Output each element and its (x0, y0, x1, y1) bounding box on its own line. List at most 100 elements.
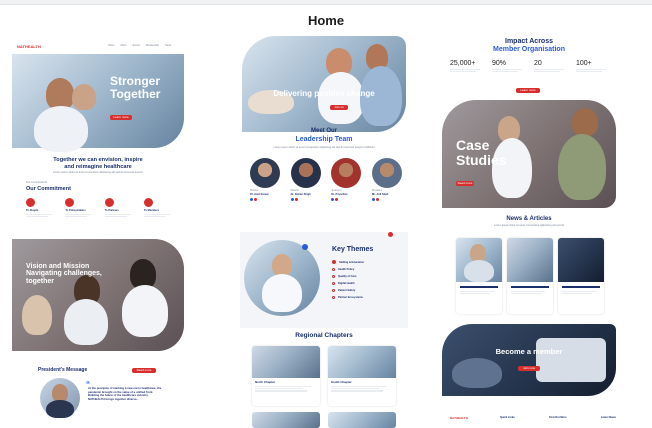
commitment-label: To Members (143, 209, 160, 212)
linkedin-icon[interactable] (371, 197, 375, 201)
theme-item[interactable]: Partner Ecosystems (332, 296, 402, 299)
commitment-label: To Policymakers (65, 209, 86, 212)
page-title: Home (307, 13, 345, 28)
leader-card[interactable]: President Mr. Anil Shah (371, 158, 402, 201)
social-icons (250, 197, 280, 201)
theme-bullet-icon (332, 296, 335, 299)
tagline-line2: and reimagine healthcare (64, 164, 132, 170)
tagline-subtext: Lorem ipsum dolor sit amet consectetur a… (53, 171, 143, 174)
social-icons (331, 197, 361, 201)
browser-top-bar (0, 0, 652, 5)
theme-item[interactable]: Digital Health (332, 282, 402, 285)
homepage-column-1: NATHEALTH Home About Events Membership N… (12, 36, 184, 428)
linkedin-icon[interactable] (250, 197, 253, 201)
leader-card[interactable]: Director Dr. Amit Kumar (250, 158, 280, 201)
nav-item[interactable]: About (120, 44, 126, 48)
stats-row: 25,000+ 90% 20 100+ (450, 60, 612, 73)
leader-name: Dr. Rohan Singh (290, 192, 311, 196)
theme-bullet-icon (332, 282, 335, 285)
theme-item[interactable]: Quality of Care (332, 275, 402, 278)
chapter-image (328, 346, 396, 378)
linkedin-icon[interactable] (331, 197, 335, 201)
news-title: News & Articles (506, 216, 552, 222)
leader-photo (290, 158, 321, 188)
leader-card[interactable]: Director Dr. Rohan Singh (290, 158, 321, 201)
accent-dot (302, 244, 308, 250)
commitment-item[interactable]: To People (26, 198, 58, 218)
chapter-image (328, 412, 396, 428)
stat-value: 100+ (576, 60, 592, 67)
theme-item[interactable]: Patient Safety (332, 289, 402, 292)
leader-card[interactable]: Treasurer Dr. Priya Rao (331, 158, 362, 201)
theme-item[interactable]: Health Policy (332, 268, 402, 271)
theme-label: Quality of Care (338, 275, 357, 278)
mail-icon[interactable] (254, 197, 257, 201)
news-card[interactable] (558, 238, 604, 314)
homepage-column-2: Delivering positive change Join us Meet … (240, 36, 408, 428)
chapter-card[interactable]: North Chapter (252, 346, 320, 406)
chapter-image (252, 346, 320, 378)
commitment-title: Our Commitment (26, 186, 71, 192)
theme-item[interactable]: Skilling & Education (332, 260, 402, 264)
nav-item[interactable]: Membership (146, 44, 159, 48)
hero-title: Stronger Together (110, 74, 161, 101)
nav-item[interactable]: News (165, 44, 171, 48)
president-read-more-button[interactable]: Read more (132, 368, 156, 373)
news-subtext: Lorem ipsum dolor sit amet consectetur a… (493, 224, 565, 227)
mail-icon[interactable] (294, 197, 298, 201)
hero-cta-button[interactable]: Learn more (110, 115, 132, 120)
commitment-item[interactable]: To Policymakers (65, 198, 97, 218)
stat-item: 25,000+ (450, 60, 486, 73)
commitment-icon (65, 198, 75, 207)
theme-bullet-icon (332, 268, 335, 271)
mail-icon[interactable] (335, 197, 339, 201)
chapter-image (252, 412, 320, 428)
hero-image (242, 36, 406, 132)
theme-label: Health Policy (338, 268, 355, 271)
chapter-card[interactable]: South Chapter (328, 346, 396, 406)
leadership-kicker: Meet Our (310, 128, 337, 134)
commitment-item[interactable]: To Members (143, 198, 176, 218)
impact-title-line1: Impact Across (505, 38, 553, 45)
case-studies-cta-button[interactable]: Read more (456, 181, 474, 186)
logo[interactable]: NATHEALTH (17, 44, 41, 49)
patient-figure (72, 84, 96, 110)
president-title: President's Message (38, 367, 88, 373)
linkedin-icon[interactable] (290, 197, 294, 201)
doctor-coat (34, 106, 88, 152)
commitment-label: To People (26, 209, 39, 212)
case-studies-title: Case Studies (456, 137, 507, 168)
theme-label: Skilling & Education (339, 260, 365, 264)
chapter-name: South Chapter (331, 380, 352, 384)
key-themes-image (244, 240, 320, 316)
footer-heading: Quick Links (500, 416, 515, 419)
president-quote: At the precipice of marking a new era in… (88, 386, 162, 401)
chapter-name: North Chapter (255, 380, 276, 384)
footer-logo[interactable]: NATHEALTH (450, 416, 468, 420)
footer-heading: Latest News (600, 416, 616, 419)
mail-icon[interactable] (375, 197, 379, 201)
member-title: Become a member (495, 347, 563, 356)
leader-name: Dr. Amit Kumar (250, 192, 269, 196)
news-image (558, 238, 604, 282)
commitment-list: To People To Policymakers To Partners To… (26, 198, 176, 218)
impact-title-line2: Member Organisation (493, 46, 565, 53)
hero-cta-button[interactable]: Join us (330, 105, 348, 110)
member-cta-button[interactable]: Join now (518, 366, 540, 371)
commitment-icon (26, 198, 35, 207)
stat-value: 90% (492, 60, 507, 67)
commitment-icon (143, 198, 153, 207)
vision-image (12, 239, 184, 351)
stats-cta-button[interactable]: Learn more (516, 88, 540, 93)
commitment-item[interactable]: To Partners (104, 198, 137, 218)
leader-name: Dr. Priya Rao (331, 192, 348, 196)
regional-title: Regional Chapters (295, 332, 353, 339)
nav-item[interactable]: Events (133, 44, 140, 48)
footer-heading: Find Out More (548, 416, 567, 419)
theme-label: Patient Safety (338, 289, 356, 292)
news-card[interactable] (507, 238, 553, 314)
nav-item[interactable]: Home (108, 44, 114, 48)
theme-label: Digital Health (338, 282, 355, 285)
vision-title: Vision and Mission Navigating challenges… (26, 263, 102, 285)
news-card[interactable] (456, 238, 502, 314)
